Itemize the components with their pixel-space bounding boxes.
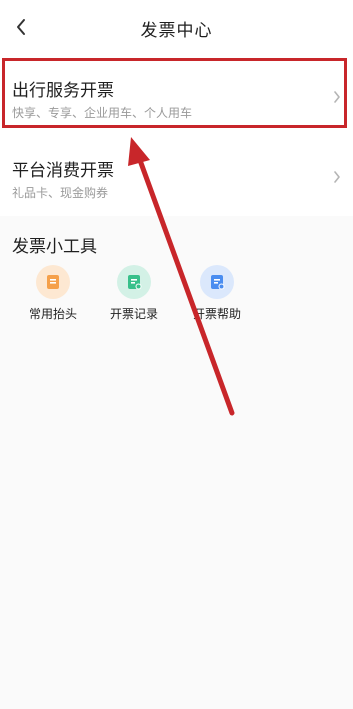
tool-label: 开票记录 [109,307,158,321]
tool-label: 开票帮助 [192,307,241,321]
invoice-options-panel: 出行服务开票 快享、专享、企业用车、个人用车 平台消费开票 礼品卡、现金购券 [0,56,353,216]
platform-consumption-invoice-card[interactable]: 平台消费开票 礼品卡、现金购券 [0,136,353,216]
card-subtitle: 快享、专享、企业用车、个人用车 [12,106,193,120]
invoice-help-tool[interactable]: 开票帮助 [182,265,252,327]
invoice-help-icon [200,265,234,299]
card-title: 出行服务开票 [12,81,114,101]
chevron-right-icon [334,171,340,183]
invoice-record-tool[interactable]: 开票记录 [99,265,169,327]
card-title: 平台消费开票 [12,161,114,181]
tools-section-title: 发票小工具 [12,237,97,257]
invoice-record-icon [117,265,151,299]
invoice-title-icon [36,265,70,299]
tool-label: 常用抬头 [28,307,77,321]
page-title: 发票中心 [140,21,213,41]
card-subtitle: 礼品卡、现金购券 [12,186,109,200]
common-invoice-title-tool[interactable]: 常用抬头 [18,265,88,327]
chevron-right-icon [334,91,340,103]
travel-service-invoice-card[interactable]: 出行服务开票 快享、专享、企业用车、个人用车 [0,56,353,136]
top-bar: 发票中心 [0,0,353,56]
